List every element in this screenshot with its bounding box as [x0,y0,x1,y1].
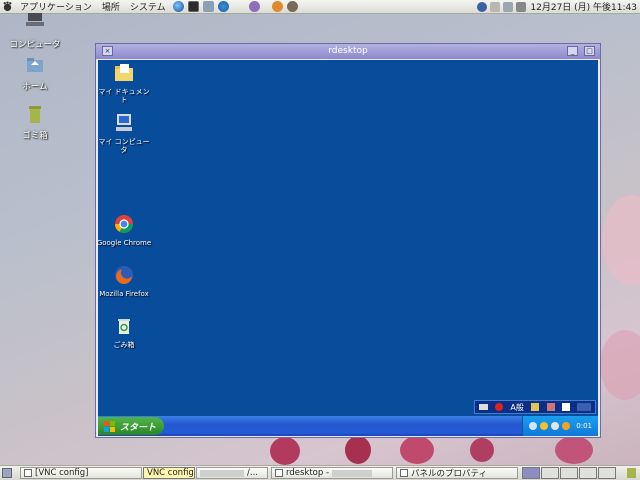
network-tray-icon[interactable] [551,422,560,430]
background-blossom [470,438,494,462]
workspace-2[interactable] [541,467,559,479]
windows-logo-icon [104,420,115,432]
task-obscured-text [200,469,244,477]
task-label: [VNC config] [35,468,89,478]
ime-pad-icon[interactable] [531,403,540,411]
task-button-terminal[interactable]: /... [196,467,268,479]
task-label: rdesktop - [286,468,330,478]
remote-icon-firefox[interactable]: Mozilla Firefox [98,264,152,298]
window-title: rdesktop [328,46,368,56]
remote-notification-area: 0:01 [522,416,598,436]
desktop-icon-label: ホーム [22,82,48,92]
applications-menu[interactable]: アプリケーション [15,0,97,14]
remote-icon-my-documents[interactable]: マイ ドキュメント [98,62,152,104]
top-panel: アプリケーション 場所 システム 12月27日 (月) 午後11:43 [0,0,640,14]
start-button-label: スタート [120,422,157,433]
background-blossom [400,436,434,464]
volume-icon[interactable] [515,1,526,12]
system-tray: 12月27日 (月) 午後11:43 [475,0,640,14]
task-label: VNC config [147,468,194,478]
remote-icon-label: マイ コンピュータ [98,138,150,154]
background-blossom [345,436,371,464]
computer-icon [116,114,132,131]
window-icon [275,469,283,477]
help-launcher-icon[interactable] [217,1,229,12]
desktop-icon-label: ゴミ箱 [22,131,48,141]
workspace-3[interactable] [560,467,578,479]
background-blossom [555,436,593,464]
places-menu[interactable]: 場所 [97,0,125,14]
show-desktop-icon[interactable] [2,468,12,478]
vnc-tray-icon[interactable] [476,1,487,12]
ime-tool-icon[interactable] [546,403,555,411]
language-bar[interactable]: A般 [474,400,596,414]
remote-icon-recycle-bin[interactable]: ごみ箱 [98,315,152,349]
remote-taskbar: スタート 0:01 [98,416,598,436]
user-launcher-icon[interactable] [248,1,260,12]
remote-desktop-screen[interactable]: マイ ドキュメント マイ コンピュータ Google Chrome Mozill… [98,60,598,436]
messenger-tray-icon[interactable] [562,422,571,430]
background-blossom [600,330,640,400]
remote-icon-label: Google Chrome [98,239,152,247]
web-browser-launcher-icon[interactable] [172,1,184,12]
task-button-panel-properties[interactable]: パネルのプロパティ [396,467,518,479]
window-icon [24,469,32,477]
langbar-options-icon[interactable] [577,403,592,411]
background-blossom [602,195,640,285]
bottom-panel: [VNC config] VNC config /... rdesktop - … [0,465,640,480]
background-blossom [270,437,300,465]
keyboard-tray-icon[interactable] [489,1,500,12]
help-icon[interactable] [561,403,570,411]
terminal-launcher-icon[interactable] [187,1,199,12]
desktop-icon-computer[interactable]: コンピュータ [5,13,65,50]
task-tooltip-vnc-config: VNC config [143,467,195,479]
workspace-4[interactable] [579,467,597,479]
window-maximize-button[interactable]: □ [584,46,595,56]
remote-icon-label: ごみ箱 [113,341,135,349]
clock[interactable]: 12月27日 (月) 午後11:43 [530,0,637,13]
tray-expand-icon[interactable] [529,422,538,430]
remote-icon-chrome[interactable]: Google Chrome [98,213,152,247]
workspace-5[interactable] [598,467,616,479]
desktop-icon-trash[interactable]: ゴミ箱 [5,104,65,141]
task-label: /... [247,468,258,478]
recycle-bin-icon [118,319,130,334]
remote-icon-label: マイ ドキュメント [98,88,150,104]
keyboard-icon[interactable] [478,404,488,410]
desktop-icon-home[interactable]: ホーム [5,55,65,92]
gnome-foot-icon[interactable] [2,1,13,12]
firefox-icon [115,266,133,284]
ime-icon[interactable] [495,403,504,411]
window-minimize-button[interactable]: _ [567,46,578,56]
shield-tray-icon[interactable] [540,422,549,430]
workspace-1[interactable] [522,467,540,479]
remote-clock[interactable]: 0:01 [576,422,592,430]
window-close-button[interactable]: × [102,46,113,56]
remote-icon-my-computer[interactable]: マイ コンピュータ [98,112,152,154]
gimp-launcher-icon[interactable] [286,1,298,12]
chrome-icon [115,215,133,234]
remote-icon-label: Mozilla Firefox [99,290,149,298]
workspace-switcher [522,467,617,479]
pet-launcher-icon[interactable] [271,1,283,12]
desktop-icon-label: コンピュータ [9,40,61,50]
window-icon [400,469,408,477]
folder-icon [115,64,133,81]
trash-icon [29,106,41,123]
computer-icon [26,13,44,26]
trash-applet-icon[interactable] [627,468,636,478]
start-button[interactable]: スタート [98,417,164,435]
network-tray-icon[interactable] [502,1,513,12]
task-obscured-text [332,469,373,477]
home-folder-icon [27,58,43,72]
ime-mode-label[interactable]: A般 [510,402,523,413]
task-label: パネルのプロパティ [411,469,487,479]
window-titlebar[interactable]: × rdesktop _ □ [96,44,600,59]
task-button-vnc-config-bracket[interactable]: [VNC config] [20,467,142,479]
file-manager-launcher-icon[interactable] [202,1,214,12]
rdesktop-window: × rdesktop _ □ マイ ドキュメント マイ コンピュータ Googl… [95,43,601,438]
system-menu[interactable]: システム [125,0,171,14]
task-button-rdesktop[interactable]: rdesktop - [271,467,393,479]
